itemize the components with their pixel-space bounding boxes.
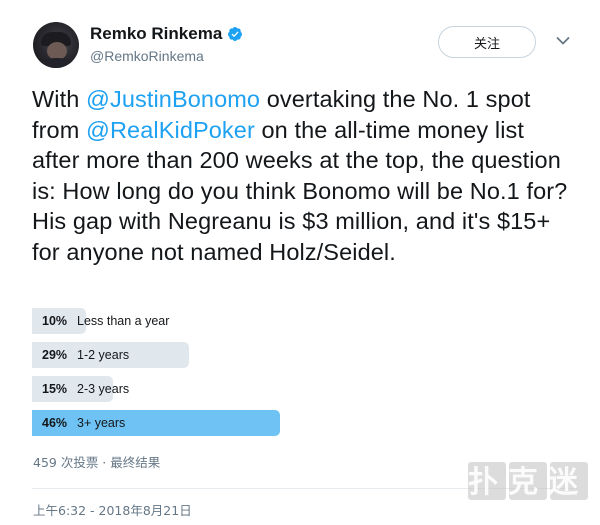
chevron-down-icon[interactable] (556, 36, 570, 46)
follow-button[interactable]: 关注 (438, 26, 536, 58)
tweet-card: Remko Rinkema @RemkoRinkema 关注 With @Jus… (0, 0, 600, 525)
avatar-shoulder (37, 58, 77, 68)
poll-percent: 46% (42, 416, 68, 430)
poll-option-winner: 46% 3+ years (32, 410, 282, 436)
mention-link-justinbonomo[interactable]: @JustinBonomo (86, 86, 260, 112)
poll-bar-winner (32, 410, 281, 436)
svg-text:扑克迷: 扑克迷 (468, 465, 588, 500)
verified-badge-icon (228, 27, 243, 41)
tweet-timestamp[interactable]: 上午6:32 - 2018年8月21日 (33, 500, 192, 519)
poll-results-meta: 459 次投票 · 最终结果 (33, 455, 161, 470)
poll-percent: 29% (42, 348, 68, 362)
watermark-logo: 扑克迷 (468, 462, 588, 500)
poll-percent: 10% (42, 314, 68, 328)
poll-option-label: 2-3 years (77, 382, 130, 396)
poll-option: 29% 1-2 years (32, 342, 282, 368)
author-display-name[interactable]: Remko Rinkema (90, 24, 222, 44)
author-handle[interactable]: @RemkoRinkema (90, 48, 204, 64)
poll-option-label: Less than a year (77, 314, 170, 328)
avatar[interactable] (33, 22, 79, 68)
poll: 10% Less than a year 29% 1-2 years 15% 2… (32, 308, 282, 444)
tweet-text: With @JustinBonomo overtaking the No. 1 … (32, 84, 577, 267)
tweet-text-segment: With (32, 86, 87, 112)
poll-option-label: 3+ years (77, 416, 126, 430)
author-name-row: Remko Rinkema (90, 24, 243, 44)
poll-percent: 15% (42, 382, 68, 396)
divider (32, 488, 577, 489)
poll-option: 15% 2-3 years (32, 376, 282, 402)
poll-option: 10% Less than a year (32, 308, 282, 334)
poll-option-label: 1-2 years (77, 348, 130, 362)
mention-link-realkidpoker[interactable]: @RealKidPoker (86, 117, 255, 143)
